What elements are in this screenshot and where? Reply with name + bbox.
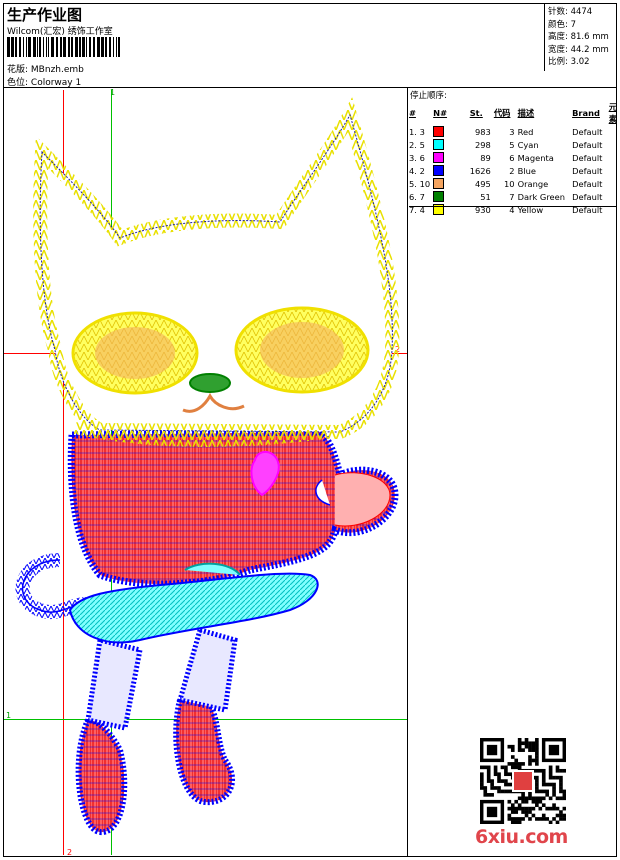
row-element <box>609 190 620 203</box>
table-header-row: # N# St. 代码 描述 Brand 元素 <box>409 101 620 125</box>
row-brand: Default <box>572 139 603 150</box>
row-index: 6. 7 <box>409 191 425 202</box>
row-element <box>609 138 620 151</box>
row-stitches: 983 <box>474 126 491 137</box>
stat-scale: 比例: 3.02 <box>548 57 590 68</box>
row-brand: Default <box>572 152 603 163</box>
row-code: 4 <box>509 204 515 215</box>
color-swatch <box>433 165 445 176</box>
row-swatch <box>433 190 470 203</box>
design-label: 花版: <box>7 65 29 75</box>
row-stitches: 495 <box>474 178 491 189</box>
stat-colors: 颜色: 7 <box>548 19 576 30</box>
table-row: 4. 2 1626 2 Blue Default <box>409 164 620 177</box>
col-index: # <box>409 108 416 118</box>
row-code: 3 <box>509 126 515 137</box>
row-code: 10 <box>504 178 515 189</box>
row-brand: Default <box>572 204 603 215</box>
row-description: Orange <box>517 178 549 189</box>
row-stitches: 1626 <box>469 165 491 176</box>
row-index: 3. 6 <box>409 152 425 163</box>
row-index: 4. 2 <box>409 165 425 176</box>
row-swatch <box>433 203 470 216</box>
row-description: Yellow <box>517 204 544 215</box>
design-stats: 针数: 4474 颜色: 7 高度: 81.6 mm 宽度: 44.2 mm 比… <box>548 6 609 69</box>
row-swatch <box>433 177 470 190</box>
qr-code <box>480 738 566 824</box>
table-row: 2. 5 298 5 Cyan Default <box>409 138 620 151</box>
row-element <box>609 177 620 190</box>
row-index: 7. 4 <box>409 204 425 215</box>
row-swatch <box>433 151 470 164</box>
row-stitches: 930 <box>474 204 491 215</box>
table-row: 7. 4 930 4 Yellow Default <box>409 203 620 216</box>
table-row: 5. 10 495 10 Orange Default <box>409 177 620 190</box>
color-swatch <box>433 191 445 202</box>
row-brand: Default <box>572 126 603 137</box>
table-row: 6. 7 51 7 Dark Green Default <box>409 190 620 203</box>
header-divider-vertical <box>544 3 545 71</box>
design-file: 花版: MBnzh.emb <box>7 62 84 75</box>
barcode <box>7 37 120 57</box>
col-stitches: St. <box>469 108 483 118</box>
row-stitches: 51 <box>480 191 491 202</box>
row-code: 7 <box>509 191 515 202</box>
stat-stitches: 针数: 4474 <box>548 7 593 17</box>
row-index: 2. 5 <box>409 139 425 150</box>
col-element: 元素 <box>608 102 617 124</box>
row-brand: Default <box>572 191 603 202</box>
color-swatch <box>433 126 445 137</box>
row-element <box>609 164 620 177</box>
site-watermark: 6xiu.com <box>475 826 568 848</box>
col-code: 代码 <box>493 108 511 118</box>
row-description: Cyan <box>517 139 539 150</box>
col-brand: Brand <box>572 108 600 118</box>
page-title: 生产作业图 <box>7 6 83 24</box>
stat-height: 高度: 81.6 mm <box>548 32 609 43</box>
design-value: MBnzh.emb <box>30 65 84 75</box>
row-code: 6 <box>509 152 515 163</box>
row-swatch <box>433 138 470 151</box>
row-description: Blue <box>517 165 536 176</box>
col-needle: N# <box>433 108 448 118</box>
row-stitches: 298 <box>474 139 491 150</box>
table-bottom-rule <box>409 206 617 207</box>
row-element <box>609 151 620 164</box>
row-swatch <box>433 125 470 138</box>
stat-width: 宽度: 44.2 mm <box>548 44 609 55</box>
row-description: Red <box>517 126 534 137</box>
row-description: Magenta <box>517 152 554 163</box>
row-brand: Default <box>572 165 603 176</box>
panel-divider <box>407 87 408 857</box>
stop-sequence-table: # N# St. 代码 描述 Brand 元素 1. 3 983 3 Red Defau… <box>409 101 620 216</box>
row-swatch <box>433 164 470 177</box>
col-description: 描述 <box>517 108 535 118</box>
row-code: 5 <box>509 139 515 150</box>
color-swatch <box>433 178 445 189</box>
row-index: 5. 10 <box>409 178 431 189</box>
row-description: Dark Green <box>517 191 566 202</box>
row-element <box>609 125 620 138</box>
row-stitches: 89 <box>480 152 491 163</box>
company-name: Wilcom(汇宏) 绣饰工作室 <box>7 27 113 37</box>
row-code: 2 <box>509 165 515 176</box>
row-brand: Default <box>572 178 603 189</box>
color-swatch <box>433 139 445 150</box>
stop-sequence-title: 停止顺序: <box>410 91 447 101</box>
table-row: 3. 6 89 6 Magenta Default <box>409 151 620 164</box>
row-index: 1. 3 <box>409 126 425 137</box>
table-row: 1. 3 983 3 Red Default <box>409 125 620 138</box>
color-swatch <box>433 152 445 163</box>
row-element <box>609 203 620 216</box>
embroidery-preview <box>15 97 400 835</box>
